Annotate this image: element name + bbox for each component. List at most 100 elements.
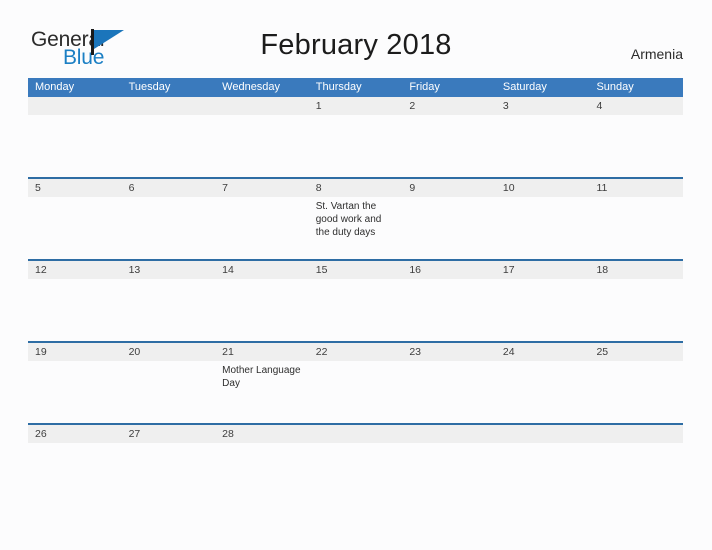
day-number [402,425,496,443]
day-number: 6 [121,179,216,197]
calendar-day-empty [121,97,216,177]
calendar-day-1[interactable]: 1 [308,97,403,177]
calendar-day-empty [402,425,496,449]
day-event-text [496,115,590,177]
day-number: 8 [308,179,403,197]
day-number [215,97,309,115]
day-number: 7 [215,179,309,197]
calendar-day-15[interactable]: 15 [308,261,403,341]
day-event-text [402,279,496,341]
day-number: 18 [589,261,684,279]
calendar-day-17[interactable]: 17 [495,261,590,341]
day-event-text [496,279,590,341]
day-event-text [28,197,122,259]
calendar-day-4[interactable]: 4 [589,97,684,177]
calendar-day-26[interactable]: 26 [28,425,122,449]
day-event-text [28,115,122,177]
calendar-day-18[interactable]: 18 [589,261,684,341]
day-number: 20 [121,343,216,361]
calendar-day-24[interactable]: 24 [495,343,590,423]
calendar-day-8[interactable]: 8 St. Vartan the good work and the duty d… [308,179,403,259]
weekday-header-saturday: Saturday [502,81,547,93]
day-number: 2 [402,97,496,115]
day-event-text: Mother Language Day [222,365,301,389]
calendar-day-23[interactable]: 23 [402,343,496,423]
page-title: February 2018 [260,29,452,61]
day-event-text [122,115,216,177]
calendar-week-row: 12 13 14 15 16 17 18 [28,259,684,341]
calendar-day-2[interactable]: 2 [402,97,496,177]
calendar-day-7[interactable]: 7 [215,179,309,259]
weekday-header-row: Monday Tuesday Wednesday Thursday Friday Satu… [28,78,683,97]
day-event-text [215,443,309,449]
day-event-text [309,443,403,449]
day-number: 21 [215,343,309,361]
calendar-weeks: 1 2 3 4 5 6 7 8 St. Vartan the good work and the… [28,97,684,449]
day-number [28,97,122,115]
day-event-text [309,115,403,177]
calendar-day-28[interactable]: 28 [215,425,309,449]
calendar-day-12[interactable]: 12 [28,261,122,341]
calendar-day-3[interactable]: 3 [495,97,590,177]
weekday-header-tuesday: Tuesday [128,81,171,93]
calendar-day-13[interactable]: 13 [121,261,216,341]
day-event-text [122,197,216,259]
calendar-day-empty [589,425,684,449]
calendar-day-16[interactable]: 16 [402,261,496,341]
day-event-text [309,279,403,341]
calendar-day-22[interactable]: 22 [308,343,403,423]
calendar-grid: Monday Tuesday Wednesday Thursday Friday Satu… [28,78,684,449]
day-event-text [28,361,122,423]
day-number: 1 [308,97,403,115]
calendar-day-empty [495,425,590,449]
calendar-day-empty [28,97,122,177]
day-number: 10 [495,179,590,197]
day-event-text [402,197,496,259]
calendar-day-27[interactable]: 27 [121,425,216,449]
day-event-text: St. Vartan the good work and the duty da… [315,201,382,238]
day-number: 12 [28,261,122,279]
day-event-text [215,115,309,177]
day-event-text [589,197,683,259]
calendar-day-10[interactable]: 10 [495,179,590,259]
calendar-day-6[interactable]: 6 [121,179,216,259]
day-event-text [589,443,683,449]
calendar-day-21[interactable]: 21 Mother Language Day [215,343,309,423]
calendar-day-empty [308,425,403,449]
day-number [589,425,684,443]
day-number: 5 [28,179,122,197]
day-event-text [215,197,309,259]
calendar-day-19[interactable]: 19 [28,343,122,423]
weekday-header-wednesday: Wednesday [222,81,281,93]
day-number: 4 [589,97,684,115]
day-number [495,425,590,443]
day-event-text [28,443,122,449]
day-event-text [122,361,216,423]
day-event-text [28,279,122,341]
day-number [308,425,403,443]
day-event-text [402,115,496,177]
day-number: 22 [308,343,403,361]
calendar-day-9[interactable]: 9 [402,179,496,259]
day-event-text [215,279,309,341]
calendar-day-14[interactable]: 14 [215,261,309,341]
day-number: 26 [28,425,122,443]
country-label: Armenia [630,46,683,62]
calendar-day-11[interactable]: 11 [589,179,684,259]
day-number: 3 [495,97,590,115]
day-number: 23 [402,343,496,361]
day-number [121,97,216,115]
day-number: 13 [121,261,216,279]
calendar-day-20[interactable]: 20 [121,343,216,423]
day-event-text [589,115,683,177]
day-event-text [309,361,403,423]
day-event-text [496,361,590,423]
day-event-text [496,443,590,449]
day-number: 25 [589,343,684,361]
calendar-day-5[interactable]: 5 [28,179,122,259]
day-number: 19 [28,343,122,361]
day-event-text [402,361,496,423]
day-event-text [589,361,683,423]
day-number: 11 [589,179,684,197]
calendar-day-25[interactable]: 25 [589,343,684,423]
